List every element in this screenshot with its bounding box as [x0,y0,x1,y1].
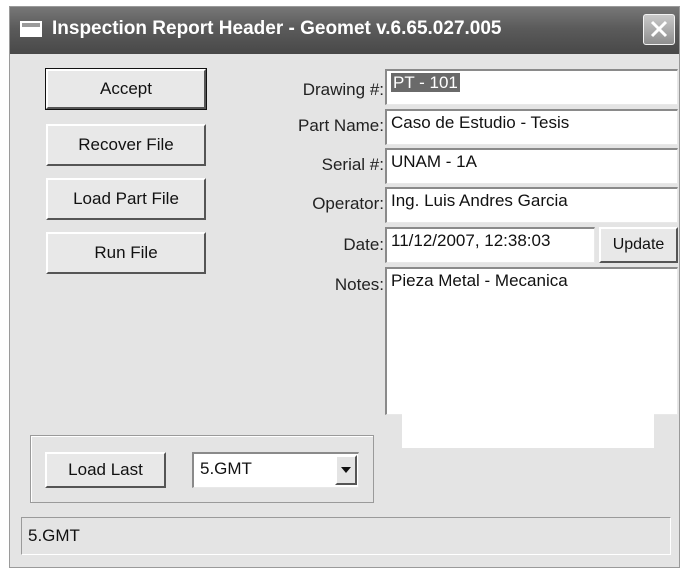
accept-button[interactable]: Accept [45,68,207,110]
window-title: Inspection Report Header - Geomet v.6.65… [52,18,502,39]
recover-file-button[interactable]: Recover File [46,124,206,166]
operator-field[interactable]: Ing. Luis Andres Garcia [385,187,678,223]
drawing-value: PT - 101 [391,73,460,92]
operator-label: Operator: [312,194,384,213]
update-button[interactable]: Update [599,227,678,263]
dropdown-button[interactable] [335,455,357,485]
title-bar[interactable]: Inspection Report Header - Geomet v.6.65… [10,7,679,54]
close-icon [650,20,668,38]
dialog-window: Inspection Report Header - Geomet v.6.65… [9,6,680,568]
load-last-select[interactable]: 5.GMT [192,452,359,488]
window-icon [20,21,42,37]
part-name-field[interactable]: Caso de Estudio - Tesis [385,109,678,145]
run-file-button[interactable]: Run File [46,232,206,274]
notes-field[interactable]: Pieza Metal - Mecanica [385,267,678,415]
serial-field[interactable]: UNAM - 1A [385,148,678,184]
date-label: Date: [343,235,384,254]
status-bar: 5.GMT [21,517,671,555]
load-last-selected-value: 5.GMT [200,459,252,478]
part-name-label: Part Name: [298,116,384,135]
date-field[interactable]: 11/12/2007, 12:38:03 [385,227,595,263]
serial-label: Serial #: [321,155,384,174]
load-part-file-button[interactable]: Load Part File [46,178,206,220]
drawing-field[interactable]: PT - 101 [385,69,678,105]
chevron-down-icon [341,467,351,473]
drawing-label: Drawing #: [302,80,384,99]
notes-field-extension [402,414,654,448]
notes-label: Notes: [334,275,384,294]
close-button[interactable] [643,14,675,45]
load-last-button[interactable]: Load Last [45,452,166,488]
